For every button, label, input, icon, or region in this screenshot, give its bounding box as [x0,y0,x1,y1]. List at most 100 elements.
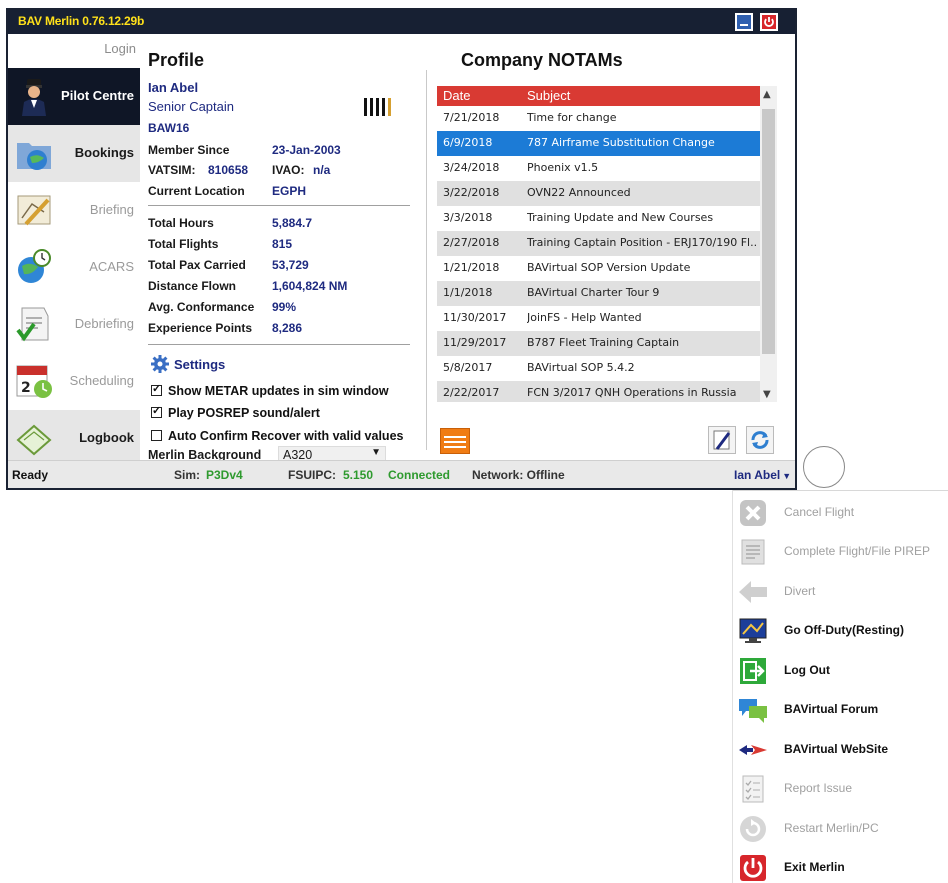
stat-row: Total Pax Carried 53,729 [148,258,309,272]
pilot-name: Ian Abel [148,80,199,95]
sidebar-item-label: Debriefing [74,316,134,331]
column-header-date[interactable]: Date [443,88,470,103]
checkbox-checked[interactable] [151,382,162,396]
sidebar-item-pilot-centre[interactable]: Pilot Centre [8,68,140,125]
divider [148,205,410,206]
menu-item-label: Exit Merlin [784,860,845,874]
table-row[interactable]: 2/22/2017 FCN 3/2017 QNH Operations in Ru… [437,381,760,402]
forum-chat-icon [739,699,767,723]
pilot-rank: Senior Captain [148,99,234,114]
vatsim-label: VATSIM: [148,163,196,177]
notam-date: 3/3/2018 [443,211,493,224]
cursor-highlight [803,446,845,488]
table-row[interactable]: 6/9/2018 787 Airframe Substitution Change [437,131,760,156]
network-status: Network: Offline [472,468,565,482]
sidebar-item-scheduling[interactable]: 2 Scheduling [8,353,140,410]
table-row[interactable]: 2/27/2018 Training Captain Position - ERJ… [437,231,760,256]
checkbox-label: Show METAR updates in sim window [168,384,389,398]
stat-label: Total Hours [148,216,214,230]
table-header: Date Subject [437,86,760,106]
table-row[interactable]: 11/30/2017 JoinFS - Help Wanted [437,306,760,331]
menu-item-off-duty[interactable]: Go Off-Duty(Resting) [733,613,948,647]
title-bar: BAV Merlin 0.76.12.29b [8,10,795,34]
menu-item-website[interactable]: BAVirtual WebSite [733,732,948,766]
menu-item-log-out[interactable]: Log Out [733,653,948,687]
table-row[interactable]: 3/24/2018 Phoenix v1.5 [437,156,760,181]
sidebar-item-debriefing[interactable]: Debriefing [8,296,140,353]
table-row[interactable]: 1/1/2018 BAVirtual Charter Tour 9 [437,281,760,306]
user-menu-button[interactable]: Ian Abel ▼ [734,468,791,482]
menu-item-report-issue[interactable]: Report Issue [733,771,948,805]
divert-arrow-icon [739,581,767,603]
stat-label: Experience Points [148,321,253,335]
sidebar: Login Pilot Centre Bookings Briefing ACA… [8,34,140,467]
checkbox-checked[interactable] [151,404,162,418]
notam-subject: BAVirtual SOP 5.4.2 [527,361,635,374]
sidebar-item-briefing[interactable]: Briefing [8,182,140,239]
chevron-up-icon[interactable]: ▲ [763,89,771,100]
notam-action-button[interactable] [440,428,470,454]
sidebar-item-bookings[interactable]: Bookings [8,125,140,182]
settings-label: Settings [174,357,226,372]
divider [733,490,948,491]
notam-subject: Training Captain Position - ERJ170/190 F… [527,236,757,249]
menu-item-forum[interactable]: BAVirtual Forum [733,692,948,726]
notam-subject: Training Update and New Courses [527,211,714,224]
table-row[interactable]: 5/8/2017 BAVirtual SOP 5.4.2 [437,356,760,381]
notam-subject: FCN 3/2017 QNH Operations in Russia [527,386,737,399]
checkbox-unchecked[interactable] [151,430,162,441]
table-row[interactable]: 7/21/2018 Time for change [437,106,760,131]
sidebar-item-label: Bookings [74,145,134,160]
location-row: Current Location EGPH [148,184,306,198]
menu-item-exit[interactable]: Exit Merlin [733,850,948,883]
scrollbar-thumb[interactable] [762,109,775,354]
status-bar: Ready Sim: P3Dv4 FSUIPC: 5.150 Connected… [8,460,795,488]
stat-value: 1,604,824 NM [272,279,348,293]
stripes-icon [444,436,466,448]
sidebar-item-acars[interactable]: ACARS [8,239,140,296]
scrollbar[interactable]: ▲ ▼ [760,86,777,402]
sidebar-item-logbook[interactable]: Logbook [8,410,140,467]
minimize-button[interactable] [735,13,753,31]
menu-item-divert[interactable]: Divert [733,574,948,608]
stat-value: 8,286 [272,321,303,335]
globe-clock-icon [18,249,51,283]
stat-row: Total Hours 5,884.7 [148,216,312,230]
menu-item-cancel-flight[interactable]: Cancel Flight [733,495,948,529]
table-row[interactable]: 3/22/2018 OVN22 Announced [437,181,760,206]
ivao-label: IVAO: [272,163,305,177]
table-row[interactable]: 1/21/2018 BAVirtual SOP Version Update [437,256,760,281]
chevron-down-icon[interactable]: ▼ [763,389,771,400]
logout-icon [740,658,766,684]
menu-item-complete-flight[interactable]: Complete Flight/File PIREP [733,534,948,568]
power-icon [740,855,766,881]
menu-item-label: Report Issue [784,781,853,795]
sidebar-item-label: Pilot Centre [61,88,134,103]
divider [148,344,410,345]
user-dropdown-menu: Cancel Flight Complete Flight/File PIREP… [732,490,948,883]
chart-icon [17,195,51,226]
notam-date: 1/1/2018 [443,286,493,299]
connection-status: Connected [388,468,451,482]
notam-subject: JoinFS - Help Wanted [527,311,642,324]
notam-date: 6/9/2018 [443,136,493,149]
edit-button[interactable] [708,426,736,454]
notams-table: Date Subject 7/21/2018 Time for change 6/9… [437,86,777,402]
notam-date: 11/30/2017 [443,311,507,324]
menu-item-restart[interactable]: Restart Merlin/PC [733,811,948,845]
column-header-subject[interactable]: Subject [527,88,570,103]
pilot-icon [22,79,46,116]
menu-item-label: BAVirtual Forum [784,702,879,716]
notams-title: Company NOTAMs [461,50,623,70]
checkbox-label: Auto Confirm Recover with valid values [168,429,404,443]
monitor-icon [739,618,767,643]
refresh-button[interactable] [746,426,774,454]
sim-value: P3Dv4 [206,468,243,482]
table-row[interactable]: 11/29/2017 B787 Fleet Training Captain [437,331,760,356]
login-link[interactable]: Login [104,41,136,56]
pen-edit-icon [713,430,731,450]
menu-item-label: Restart Merlin/PC [784,821,879,835]
table-row[interactable]: 3/3/2018 Training Update and New Courses [437,206,760,231]
close-button[interactable] [760,13,778,31]
fsuipc-label: FSUIPC: [288,468,336,482]
